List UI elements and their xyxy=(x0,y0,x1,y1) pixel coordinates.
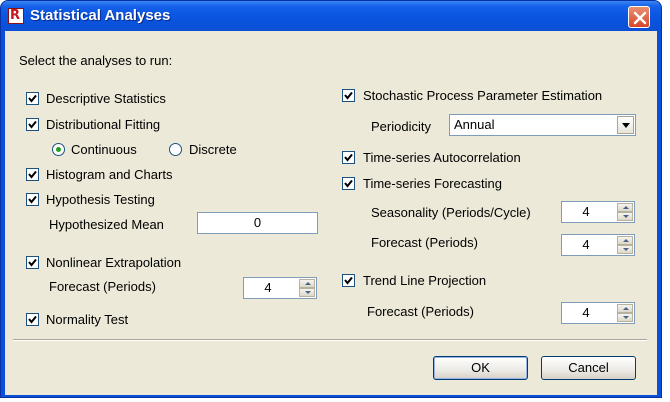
arrow-up-icon xyxy=(623,307,629,310)
nonlinear-extrapolation-label[interactable]: Nonlinear Extrapolation xyxy=(46,255,181,271)
instructions-text: Select the analyses to run: xyxy=(19,53,173,68)
hypothesized-mean-label: Hypothesized Mean xyxy=(49,217,164,232)
discrete-label[interactable]: Discrete xyxy=(189,142,237,158)
arrow-up-icon xyxy=(623,206,629,209)
radio-selected-dot xyxy=(56,147,61,152)
arrow-down-icon xyxy=(623,316,629,319)
descriptive-statistics-label[interactable]: Descriptive Statistics xyxy=(46,91,166,107)
window-title: Statistical Analyses xyxy=(30,7,171,24)
periodicity-value: Annual xyxy=(454,117,495,132)
spin-down-button[interactable] xyxy=(299,288,315,297)
spin-down-button[interactable] xyxy=(617,245,633,254)
spin-up-button[interactable] xyxy=(617,304,633,313)
continuous-radio[interactable] xyxy=(52,143,65,156)
trend-forecast-stepper[interactable]: 4 xyxy=(561,302,635,324)
trend-forecast-label: Forecast (Periods) xyxy=(367,304,474,319)
periodicity-select[interactable]: Annual xyxy=(449,114,636,136)
checkmark-icon xyxy=(28,120,37,129)
stepper-value: 4 xyxy=(582,204,590,219)
distributional-fitting-checkbox[interactable] xyxy=(26,118,39,131)
descriptive-statistics-checkbox[interactable] xyxy=(26,92,39,105)
ts-forecast-stepper[interactable]: 4 xyxy=(561,234,635,256)
continuous-label[interactable]: Continuous xyxy=(71,142,137,158)
checkmark-icon xyxy=(344,276,353,285)
trend-line-projection-label[interactable]: Trend Line Projection xyxy=(363,273,486,289)
checkmark-icon xyxy=(28,170,37,179)
cancel-button[interactable]: Cancel xyxy=(541,356,636,380)
dialog-window: R Statistical Analyses Select the analys… xyxy=(0,0,662,398)
dropdown-button[interactable] xyxy=(617,116,634,134)
checkmark-icon xyxy=(28,258,37,267)
periodicity-label: Periodicity xyxy=(371,119,431,134)
checkmark-icon xyxy=(28,94,37,103)
stochastic-process-checkbox[interactable] xyxy=(342,89,355,102)
spin-up-button[interactable] xyxy=(299,279,315,288)
close-button[interactable] xyxy=(628,6,650,28)
arrow-up-icon xyxy=(305,282,311,285)
ok-button[interactable]: OK xyxy=(433,356,528,380)
chevron-down-icon xyxy=(622,123,630,128)
ts-forecast-label: Forecast (Periods) xyxy=(371,235,478,250)
trend-line-projection-checkbox[interactable] xyxy=(342,274,355,287)
spin-up-button[interactable] xyxy=(617,203,633,212)
risk-app-icon: R xyxy=(8,8,24,24)
arrow-down-icon xyxy=(305,291,311,294)
stepper-value: 4 xyxy=(264,280,272,295)
arrow-down-icon xyxy=(623,215,629,218)
checkmark-icon xyxy=(344,153,353,162)
nonlinear-extrapolation-checkbox[interactable] xyxy=(26,256,39,269)
stepper-value: 4 xyxy=(582,237,590,252)
distributional-fitting-label[interactable]: Distributional Fitting xyxy=(46,117,160,133)
dialog-body: Select the analyses to run: Descriptive … xyxy=(5,31,657,395)
stepper-value: 4 xyxy=(582,305,590,320)
normality-test-label[interactable]: Normality Test xyxy=(46,312,128,328)
checkmark-icon xyxy=(344,179,353,188)
close-icon xyxy=(633,11,647,25)
spin-down-button[interactable] xyxy=(617,212,633,221)
histogram-charts-checkbox[interactable] xyxy=(26,168,39,181)
time-series-autocorrelation-label[interactable]: Time-series Autocorrelation xyxy=(363,150,521,166)
hypothesis-testing-label[interactable]: Hypothesis Testing xyxy=(46,192,155,208)
arrow-down-icon xyxy=(623,248,629,251)
title-bar[interactable]: R Statistical Analyses xyxy=(1,1,661,31)
seasonality-stepper[interactable]: 4 xyxy=(561,201,635,223)
hypothesized-mean-input[interactable]: 0 xyxy=(197,212,318,234)
normality-test-checkbox[interactable] xyxy=(26,313,39,326)
nonlinear-forecast-label: Forecast (Periods) xyxy=(49,279,156,294)
time-series-forecasting-label[interactable]: Time-series Forecasting xyxy=(363,176,502,192)
hypothesis-testing-checkbox[interactable] xyxy=(26,193,39,206)
time-series-forecasting-checkbox[interactable] xyxy=(342,177,355,190)
spin-down-button[interactable] xyxy=(617,313,633,322)
checkmark-icon xyxy=(28,195,37,204)
checkmark-icon xyxy=(28,315,37,324)
spin-up-button[interactable] xyxy=(617,236,633,245)
nonlinear-forecast-stepper[interactable]: 4 xyxy=(243,277,317,299)
stochastic-process-label[interactable]: Stochastic Process Parameter Estimation xyxy=(363,88,602,104)
discrete-radio[interactable] xyxy=(169,143,182,156)
checkmark-icon xyxy=(344,91,353,100)
arrow-up-icon xyxy=(623,239,629,242)
time-series-autocorrelation-checkbox[interactable] xyxy=(342,151,355,164)
histogram-charts-label[interactable]: Histogram and Charts xyxy=(46,167,172,183)
separator xyxy=(13,339,647,341)
seasonality-label: Seasonality (Periods/Cycle) xyxy=(371,205,531,220)
